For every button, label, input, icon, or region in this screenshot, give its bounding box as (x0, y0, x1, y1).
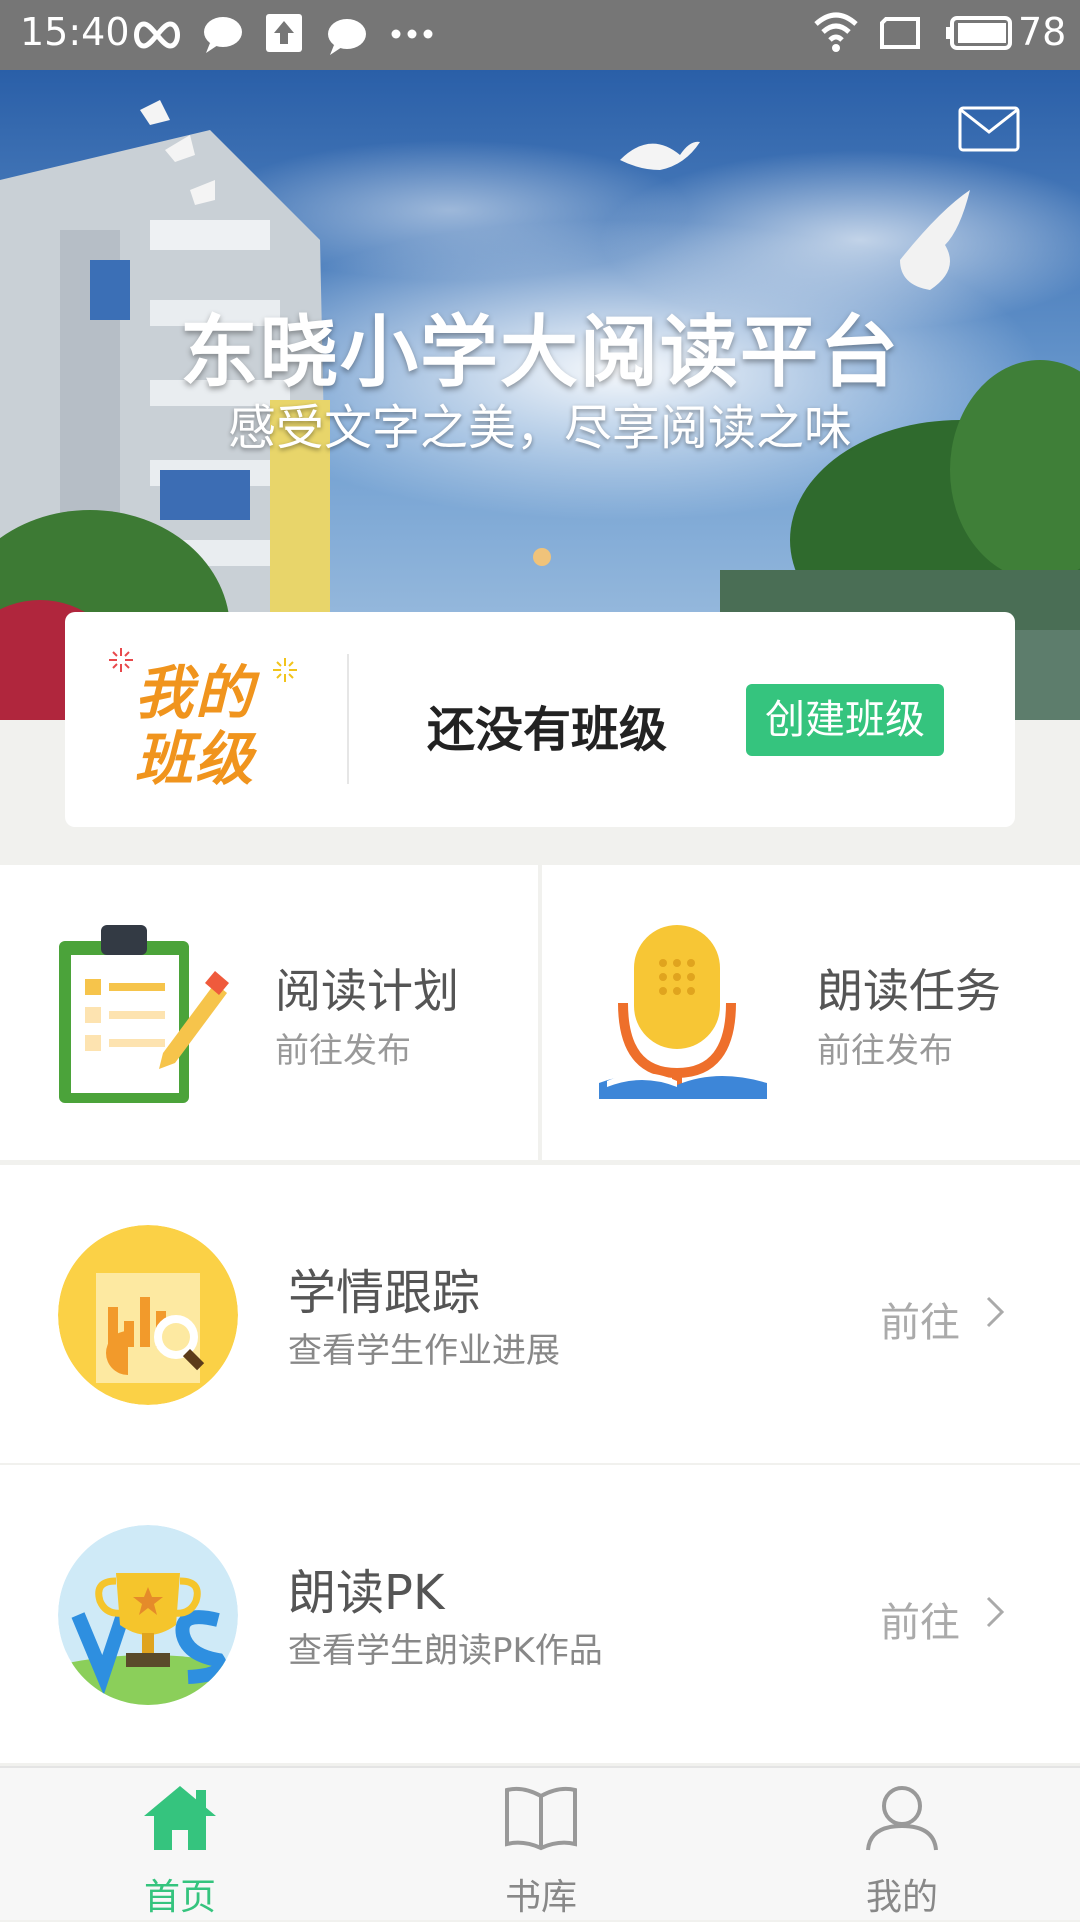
reading-plan-card[interactable]: 阅读计划 前往发布 (0, 865, 538, 1160)
nav-home[interactable]: 首页 (80, 1768, 280, 1922)
my-class-card: 我的班级 还没有班级 创建班级 (65, 612, 1015, 827)
upload-icon (266, 14, 302, 52)
reading-plan-subtitle: 前往发布 (275, 1031, 411, 1071)
learning-tracking-row[interactable]: 学情跟踪 查看学生作业进展 前往 (0, 1165, 1080, 1463)
status-time: 15:40 (20, 10, 130, 54)
nav-home-label: 首页 (143, 1877, 216, 1918)
mail-icon[interactable] (958, 106, 1020, 152)
trophy-vs-icon (58, 1525, 238, 1705)
create-class-button[interactable]: 创建班级 (746, 684, 944, 756)
divider (347, 654, 349, 784)
reading-aloud-task-title: 朗读任务 (817, 964, 1001, 1018)
sparkle-icon (273, 658, 297, 682)
microphone-book-icon (599, 925, 767, 1099)
status-bar: 15:40 78 (0, 0, 1080, 70)
carousel-indicator (533, 548, 551, 566)
nav-mine-label: 我的 (865, 1877, 938, 1918)
my-class-badge: 我的班级 (135, 659, 256, 793)
go-link[interactable]: 前往 (880, 1290, 960, 1348)
learning-tracking-subtitle: 查看学生作业进展 (288, 1331, 560, 1371)
user-icon (866, 1786, 938, 1851)
reading-pk-title: 朗读PK (288, 1565, 445, 1621)
reading-pk-subtitle: 查看学生朗读PK作品 (288, 1631, 603, 1671)
chevron-right-icon (986, 1296, 1005, 1328)
reading-aloud-task-subtitle: 前往发布 (817, 1031, 953, 1071)
nav-library-label: 书库 (504, 1877, 577, 1918)
clipboard-pencil-icon (59, 925, 229, 1103)
screen-icon (880, 17, 920, 49)
sparkle-icon (109, 648, 133, 672)
home-icon (144, 1786, 216, 1850)
more-dots-icon (391, 29, 433, 39)
wifi-icon (814, 12, 858, 52)
reading-aloud-task-card[interactable]: 朗读任务 前往发布 (542, 865, 1080, 1160)
book-icon (505, 1786, 577, 1851)
chevron-right-icon (986, 1596, 1005, 1628)
bottom-navigation: 首页 书库 我的 (0, 1766, 1080, 1920)
chat-icon (204, 17, 242, 53)
loop-icon (134, 21, 180, 49)
nav-mine[interactable]: 我的 (802, 1768, 1002, 1922)
battery-level: 78 (1018, 10, 1067, 54)
reading-pk-row[interactable]: 朗读PK 查看学生朗读PK作品 前往 (0, 1465, 1080, 1763)
learning-tracking-title: 学情跟踪 (288, 1265, 481, 1321)
reading-plan-title: 阅读计划 (275, 964, 459, 1018)
go-link[interactable]: 前往 (880, 1590, 960, 1648)
chart-magnifier-icon (58, 1225, 238, 1405)
nav-library[interactable]: 书库 (441, 1768, 641, 1922)
battery-icon (946, 16, 1012, 50)
no-class-text: 还没有班级 (427, 702, 668, 758)
banner-subtitle: 感受文字之美，尽享阅读之味 (227, 400, 852, 456)
chat-icon (328, 19, 366, 55)
banner-title: 东晓小学大阅读平台 (179, 308, 900, 398)
